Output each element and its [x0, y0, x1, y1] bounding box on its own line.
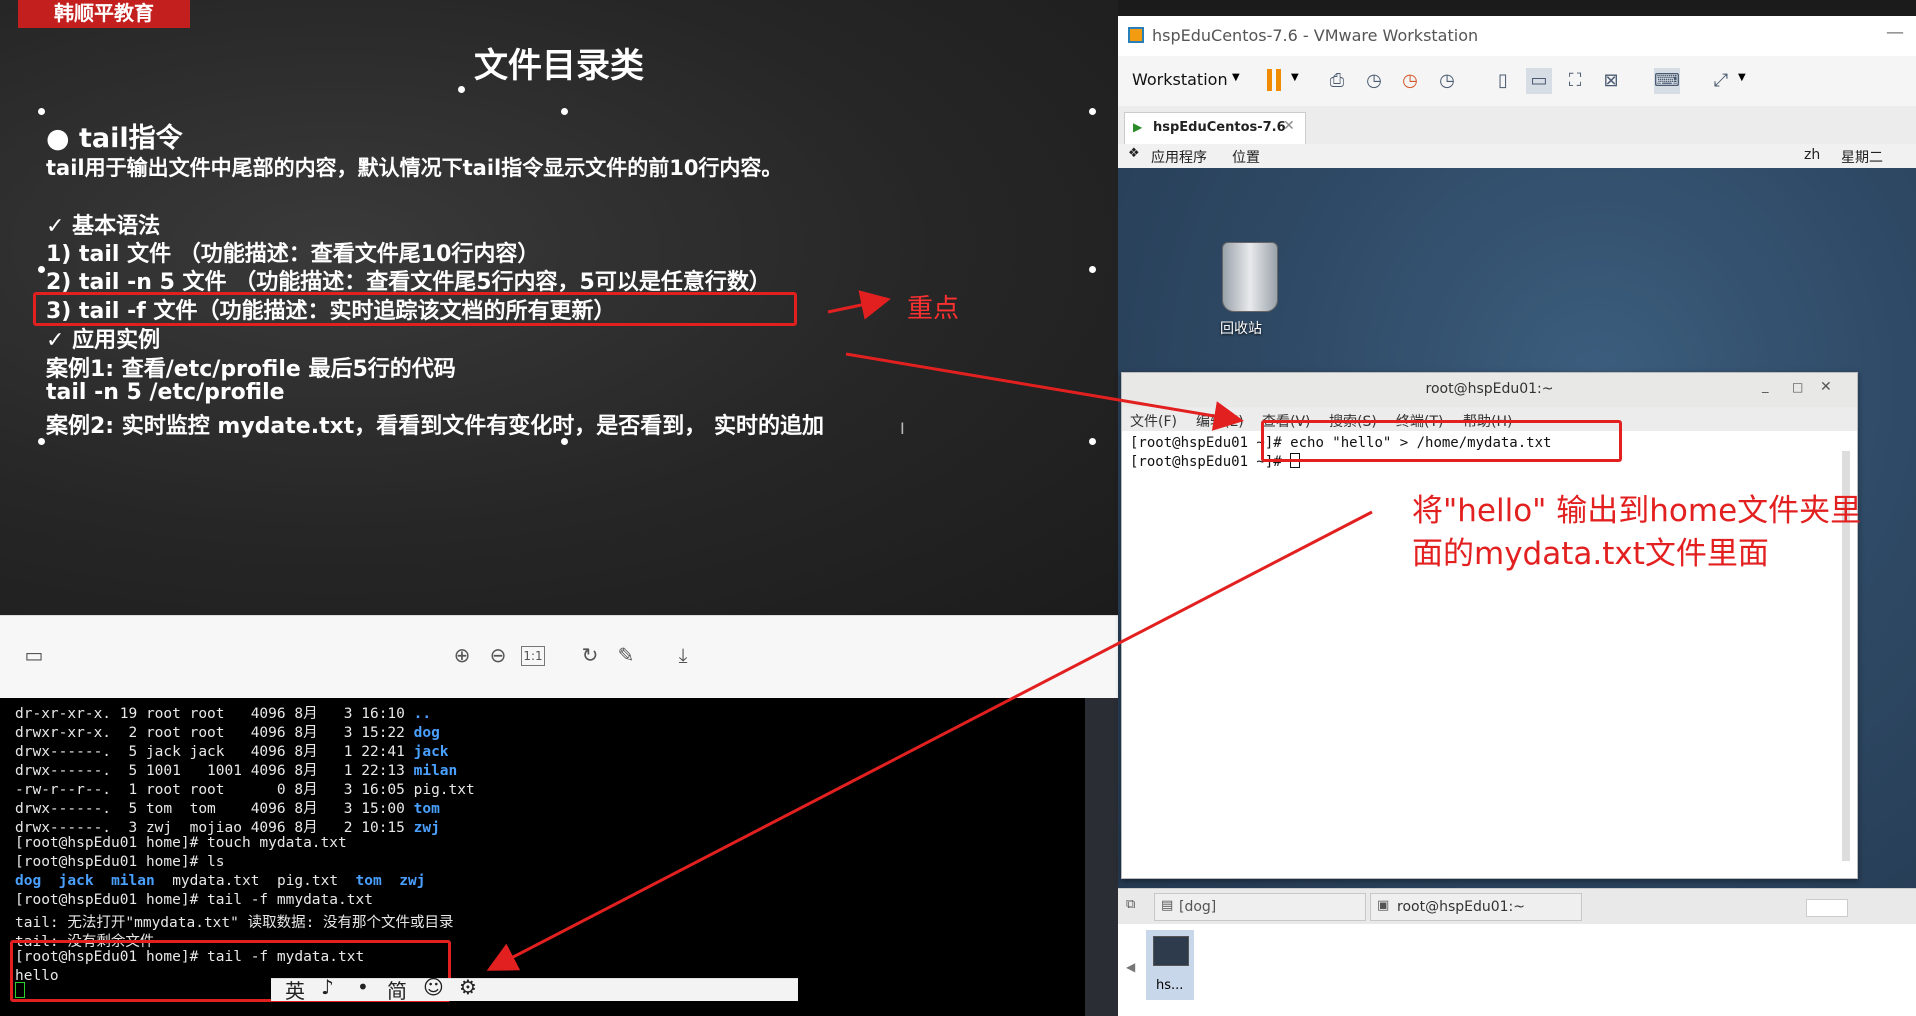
arrow-key-point — [827, 290, 891, 320]
arrow-to-host-terminal — [486, 510, 1373, 971]
arrow-to-guest-terminal — [845, 352, 1244, 431]
annotation-arrows — [486, 290, 1373, 971]
